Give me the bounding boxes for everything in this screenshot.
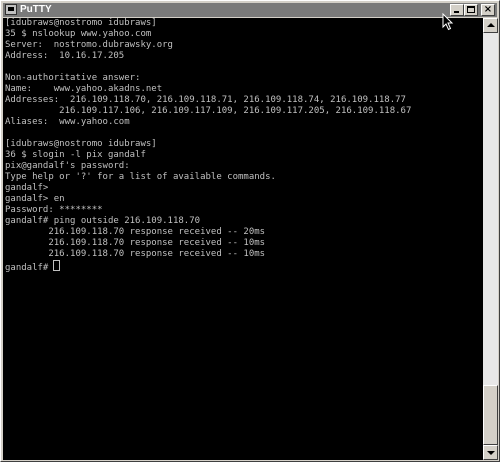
minimize-icon [454, 11, 459, 13]
terminal-screen[interactable]: [idubraws@nostromo idubraws] 35 $ nslook… [3, 18, 483, 460]
terminal-line: gandalf# ping outside 216.109.118.70 [5, 216, 201, 226]
terminal-line: 216.109.118.70 response received -- 10ms [5, 249, 266, 259]
putty-icon[interactable] [5, 4, 17, 15]
scroll-down-button[interactable] [483, 445, 498, 460]
putty-window: PuTTY × [idubraws@nostromo idubraws] 35 … [0, 0, 500, 462]
terminal-line: pix@gandalf's password: [5, 161, 130, 171]
terminal-line: 216.109.118.70 response received -- 10ms [5, 238, 266, 248]
terminal-line: Server: nostromo.dubrawsky.org [5, 40, 173, 50]
vertical-scrollbar[interactable] [483, 18, 498, 460]
terminal-line: 216.109.117.106, 216.109.117.109, 216.10… [5, 106, 412, 116]
text-cursor [53, 260, 61, 271]
title-bar[interactable]: PuTTY × [3, 3, 497, 17]
terminal-line: 36 $ slogin -l pix gandalf [5, 150, 146, 160]
terminal-prompt: gandalf# [5, 263, 49, 273]
maximize-icon [467, 6, 475, 13]
window-title: PuTTY [20, 4, 52, 15]
terminal-line: 216.109.118.70 response received -- 20ms [5, 227, 266, 237]
terminal-line: [idubraws@nostromo idubraws] [5, 18, 157, 28]
mouse-pointer-icon [442, 13, 454, 31]
terminal-line: 35 $ nslookup www.yahoo.com [5, 29, 152, 39]
terminal-prompt-line[interactable]: gandalf# [5, 260, 61, 273]
terminal-line: Address: 10.16.17.205 [5, 51, 125, 61]
maximize-button[interactable] [464, 4, 478, 16]
terminal-line: Type help or '?' for a list of available… [5, 172, 276, 182]
up-arrow-icon [487, 23, 495, 27]
down-arrow-icon [487, 451, 495, 455]
terminal-line: [idubraws@nostromo idubraws] [5, 139, 157, 149]
scrollbar-thumb[interactable] [483, 385, 498, 445]
terminal-line: Password: ******** [5, 205, 103, 215]
terminal-line: Non-authoritative answer: [5, 73, 141, 83]
terminal-line: gandalf> [5, 183, 49, 193]
scroll-up-button[interactable] [483, 18, 498, 33]
terminal-line: Aliases: www.yahoo.com [5, 117, 130, 127]
terminal-line: Name: www.yahoo.akadns.net [5, 84, 163, 94]
close-icon: × [483, 4, 493, 15]
terminal-line: Addresses: 216.109.118.70, 216.109.118.7… [5, 95, 406, 105]
close-button[interactable]: × [481, 4, 495, 16]
terminal-line: gandalf> en [5, 194, 65, 204]
